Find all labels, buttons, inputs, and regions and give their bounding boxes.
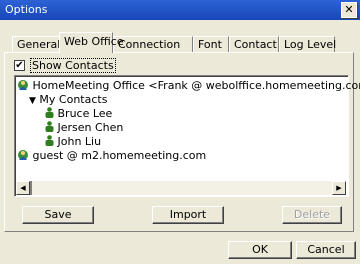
tree-contact-node[interactable]: John Liu xyxy=(45,135,101,148)
ok-button[interactable]: OK xyxy=(228,241,292,259)
tab-log-level[interactable]: Log Level xyxy=(279,36,336,52)
person-icon xyxy=(45,135,54,146)
tab-contact[interactable]: Contact xyxy=(229,36,279,52)
title-bar: Options ✕ xyxy=(0,0,360,20)
tree-guest-node[interactable]: guest @ m2.homemeeting.com xyxy=(17,149,206,162)
show-contacts-text: Show Contacts xyxy=(32,59,114,72)
contact-label: John Liu xyxy=(57,135,102,148)
show-contacts-label[interactable]: Show Contacts xyxy=(30,58,116,73)
window-title: Options xyxy=(5,3,48,16)
tab-general[interactable]: General xyxy=(12,36,60,52)
delete-button[interactable]: Delete xyxy=(282,206,342,224)
scroll-thumb[interactable] xyxy=(30,181,32,195)
save-button[interactable]: Save xyxy=(22,206,94,224)
tree-contact-node[interactable]: Jersen Chen xyxy=(45,121,123,134)
import-label: Import xyxy=(169,208,207,221)
globe-person-icon xyxy=(18,80,28,90)
contacts-tree[interactable]: HomeMeeting Office <Frank @ webolffice.h… xyxy=(14,75,360,197)
expand-triangle-icon[interactable]: ▼ xyxy=(29,96,36,106)
person-icon xyxy=(45,121,54,132)
scroll-left-icon[interactable]: ◀ xyxy=(16,181,30,195)
cancel-button[interactable]: Cancel xyxy=(296,241,356,259)
scroll-right-icon[interactable]: ▶ xyxy=(332,181,346,195)
contact-label: Bruce Lee xyxy=(57,107,113,120)
contact-label: Jersen Chen xyxy=(57,121,124,134)
tree-contact-node[interactable]: Bruce Lee xyxy=(45,107,112,120)
tab-connection[interactable]: Connection xyxy=(113,36,193,52)
tab-font[interactable]: Font xyxy=(193,36,229,52)
tree-group-label: My Contacts xyxy=(39,93,108,106)
save-label: Save xyxy=(44,208,72,221)
delete-label: Delete xyxy=(293,208,331,221)
person-icon xyxy=(45,107,54,118)
close-icon[interactable]: ✕ xyxy=(341,2,357,18)
tree-group-node[interactable]: ▼ My Contacts xyxy=(29,93,107,106)
horizontal-scrollbar[interactable]: ◀ ▶ xyxy=(16,181,346,195)
show-contacts-checkbox[interactable]: ✔ xyxy=(14,60,25,71)
tree-guest-label: guest @ m2.homemeeting.com xyxy=(32,149,207,162)
tab-web-office[interactable]: Web Office xyxy=(59,32,124,53)
globe-person-icon xyxy=(18,150,28,160)
import-button[interactable]: Import xyxy=(152,206,224,224)
tree-root-label: HomeMeeting Office <Frank @ webolffice.h… xyxy=(32,79,360,92)
tree-root-node[interactable]: HomeMeeting Office <Frank @ webolffice.h… xyxy=(17,79,360,92)
